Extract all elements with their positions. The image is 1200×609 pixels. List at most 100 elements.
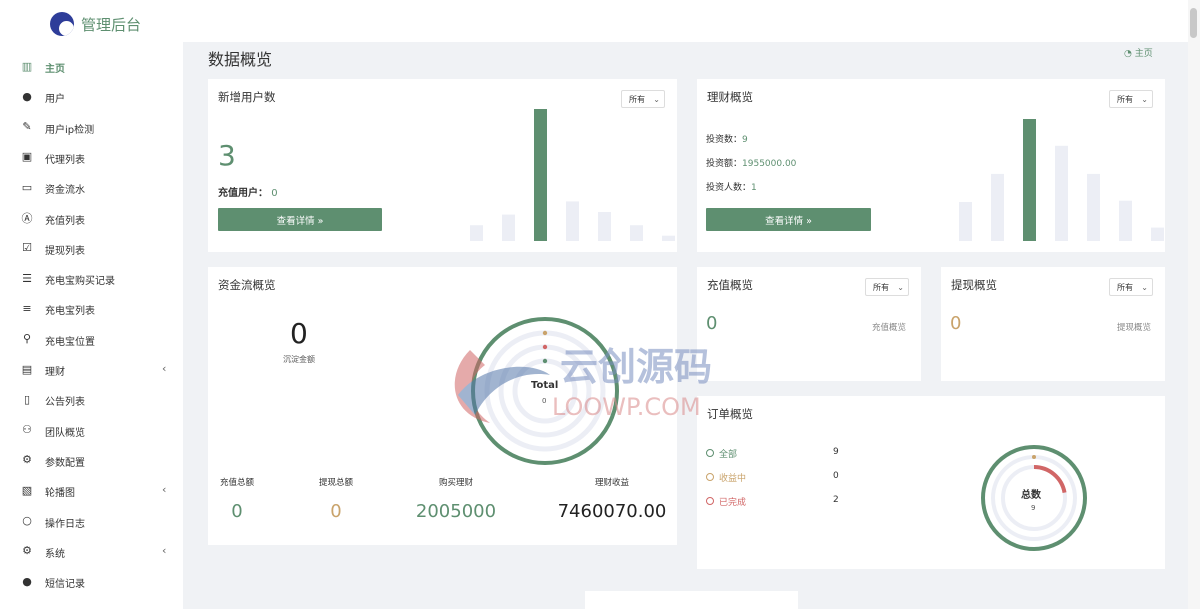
new-users-details-button[interactable]: 查看详情 » xyxy=(218,208,382,231)
fund-flow-stat-value: 0 xyxy=(330,501,342,522)
chevron-left-icon: ‹ xyxy=(162,483,167,497)
ring-dot-3 xyxy=(542,358,548,364)
money-icon: ▭ xyxy=(21,180,33,194)
ring-title: Total xyxy=(531,380,559,391)
sidebar-item-10[interactable]: ▤ 理财 ‹ xyxy=(0,354,183,384)
orders-item-label: 收益中 xyxy=(719,474,747,484)
sidebar-item-8[interactable]: ≡ 充电宝列表 xyxy=(0,293,183,323)
sidebar-item-label: 用户ip检测 xyxy=(45,124,95,136)
sidebar-item-11[interactable]: ▯ 公告列表 xyxy=(0,384,183,414)
sidebar-item-6[interactable]: ☑ 提现列表 xyxy=(0,233,183,263)
status-circle-icon xyxy=(706,449,714,457)
sidebar-item-7[interactable]: ☰ 充电宝购买记录 xyxy=(0,263,183,293)
breadcrumb[interactable]: ◔ 主页 xyxy=(1124,46,1153,59)
orders-ring-dot xyxy=(1032,455,1036,459)
orders-list-item[interactable]: 已完成 2 xyxy=(706,495,846,509)
recharge-value: 0 xyxy=(706,313,718,334)
new-users-filter-value: 所有 xyxy=(629,94,645,104)
fund-flow-ring xyxy=(471,317,619,465)
fund-flow-stat-label: 充值总额 xyxy=(219,478,254,488)
scrollbar-thumb[interactable] xyxy=(1190,8,1197,38)
sidebar-item-label: 充电宝购买记录 xyxy=(45,276,115,288)
withdraw-filter[interactable]: 所有 ⌄ xyxy=(1109,278,1153,296)
chevron-down-icon: ⌄ xyxy=(1141,95,1148,104)
chevron-down-icon: ⌄ xyxy=(897,283,904,292)
finance-filter[interactable]: 所有 ⌄ xyxy=(1109,90,1153,108)
new-users-filter[interactable]: 所有 ⌄ xyxy=(621,90,665,108)
sidebar-item-13[interactable]: ⚙ 参数配置 xyxy=(0,445,183,475)
sidebar-item-14[interactable]: ▧ 轮播图 ‹ xyxy=(0,475,183,505)
fund-flow-stat-label: 提现总额 xyxy=(318,478,353,488)
sidebar-item-label: 充电宝位置 xyxy=(45,336,95,348)
sidebar-item-15[interactable]: ○ 操作日志 xyxy=(0,506,183,536)
sidebar-item-label: 系统 xyxy=(45,548,65,560)
fund-flow-stat-label: 理财收益 xyxy=(594,478,629,488)
sidebar-item-label: 代理列表 xyxy=(45,154,85,166)
finance-stat-value: 1955000.00 xyxy=(742,159,797,169)
ring-dot-1 xyxy=(542,330,548,336)
new-users-count: 3 xyxy=(218,139,236,172)
sidebar-item-label: 短信记录 xyxy=(45,579,85,591)
orders-title: 订单概览 xyxy=(707,407,753,421)
sidebar-item-16[interactable]: ⚙ 系统 ‹ xyxy=(0,536,183,566)
ring-inner-3 xyxy=(512,358,578,424)
finance-stat-row: 投资人数：1 xyxy=(706,180,757,193)
finance-stat-row: 投资数：9 xyxy=(706,132,748,145)
page-scrollbar[interactable] xyxy=(1188,0,1200,609)
chart-bar xyxy=(662,235,675,241)
chart-bar xyxy=(1151,227,1164,241)
finance-stat-label: 投资数： xyxy=(706,135,743,145)
orders-list-item[interactable]: 收益中 0 xyxy=(706,471,846,485)
a-square-icon: Ⓐ xyxy=(21,211,33,225)
chart-bar xyxy=(630,225,643,241)
list-icon: ☰ xyxy=(22,271,32,285)
sidebar-item-17[interactable]: ● 短信记录 xyxy=(0,566,183,596)
recharge-users-row: 充值用户： 0 xyxy=(218,184,278,199)
archive-icon: ▤ xyxy=(21,362,33,376)
finance-details-button[interactable]: 查看详情 » xyxy=(706,208,871,231)
brand-title[interactable]: 管理后台 xyxy=(81,14,141,35)
recharge-users-value: 0 xyxy=(271,188,278,199)
recharge-filter[interactable]: 所有 ⌄ xyxy=(865,278,909,296)
fund-flow-card: 资金流概览 0 沉淀金额 Total 0 充值总额 0 提现总额 0 购买理财 20050… xyxy=(208,267,677,545)
withdraw-value: 0 xyxy=(950,313,962,334)
balance-value: 0 xyxy=(290,317,308,350)
fund-flow-stat-value: 7460070.00 xyxy=(557,501,667,522)
sidebar-item-label: 理财 xyxy=(45,367,65,378)
sidebar-item-label: 资金流水 xyxy=(45,185,85,197)
sidebar-item-1[interactable]: ● 用户 xyxy=(0,81,183,111)
sidebar-item-3[interactable]: ▣ 代理列表 xyxy=(0,142,183,172)
sidebar-item-4[interactable]: ▭ 资金流水 xyxy=(0,172,183,202)
withdraw-filter-value: 所有 xyxy=(1117,282,1133,292)
ring-outer xyxy=(471,317,619,465)
chart-bar xyxy=(566,201,579,241)
sidebar-item-label: 团队概览 xyxy=(45,427,85,439)
withdraw-title: 提现概览 xyxy=(951,278,997,292)
sidebar-item-5[interactable]: Ⓐ 充值列表 xyxy=(0,203,183,233)
withdraw-card: 提现概览 所有 ⌄ 0 提现概览 xyxy=(941,267,1165,381)
pen-icon: ✎ xyxy=(22,120,32,134)
chart-bar xyxy=(1023,119,1036,241)
chart-bar xyxy=(1055,145,1068,241)
finance-stat-label: 投资额： xyxy=(706,159,743,169)
orders-list-item[interactable]: 全部 9 xyxy=(706,447,846,461)
sidebar-item-2[interactable]: ✎ 用户ip检测 xyxy=(0,112,183,142)
image-icon: ▧ xyxy=(21,483,33,497)
sidebar-item-9[interactable]: ⚲ 充电宝位置 xyxy=(0,324,183,354)
chart-bar xyxy=(502,214,515,241)
map-pin-icon: ⚲ xyxy=(22,332,32,346)
sidebar-item-0[interactable]: ▥ 主页 xyxy=(0,51,183,81)
orders-ring-title: 总数 xyxy=(1021,490,1041,501)
sidebar-item-12[interactable]: ⚇ 团队概览 xyxy=(0,415,183,445)
chevron-left-icon: ‹ xyxy=(162,543,167,557)
recharge-title: 充值概览 xyxy=(707,278,753,292)
logo-icon xyxy=(50,12,74,36)
chart-bar xyxy=(534,109,547,241)
ring-value: 0 xyxy=(542,397,547,405)
chevron-left-icon: ‹ xyxy=(162,362,167,375)
breadcrumb-home[interactable]: 主页 xyxy=(1135,49,1153,59)
chart-bar xyxy=(598,212,611,241)
finance-filter-value: 所有 xyxy=(1117,94,1133,104)
orders-item-value: 9 xyxy=(833,447,839,457)
finance-stat-row: 投资额：1955000.00 xyxy=(706,156,796,169)
